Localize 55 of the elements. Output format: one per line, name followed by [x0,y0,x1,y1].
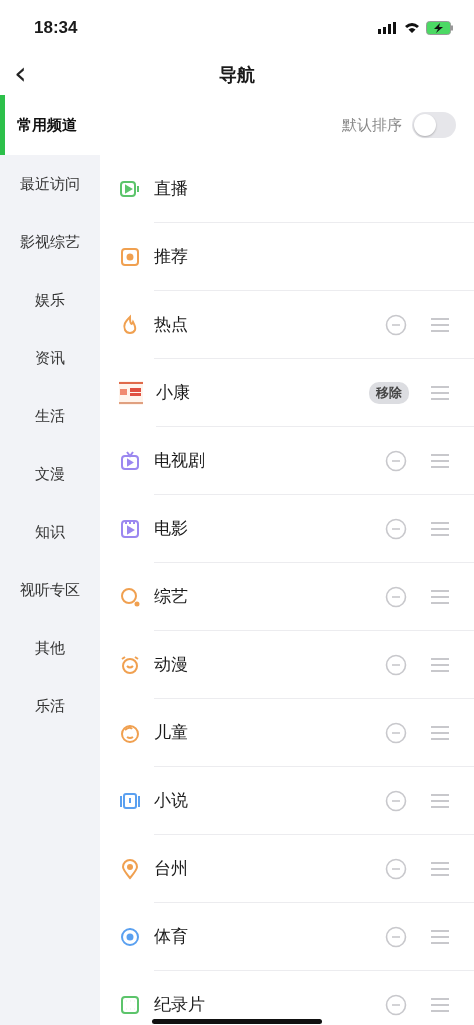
sidebar-item[interactable]: 资讯 [0,329,100,387]
sidebar-item[interactable]: 其他 [0,619,100,677]
remove-icon[interactable] [385,653,407,676]
drag-handle-icon[interactable] [430,384,450,401]
remove-icon[interactable] [385,857,407,880]
channel-name[interactable]: 动漫 [154,653,385,676]
channel-name[interactable]: 电影 [154,517,385,540]
drag-handle-icon[interactable] [430,996,450,1013]
remove-icon[interactable] [385,313,407,336]
drag-handle-icon[interactable] [430,316,450,333]
status-time: 18:34 [34,17,78,38]
sidebar-item[interactable]: 文漫 [0,445,100,503]
drag-handle-icon[interactable] [430,792,450,809]
channel-name[interactable]: 体育 [154,925,385,948]
drag-handle-icon[interactable] [430,724,450,741]
channel-name[interactable]: 小说 [154,789,385,812]
remove-icon[interactable] [385,449,407,472]
sort-toggle[interactable] [412,112,456,138]
sidebar-item[interactable]: 常用频道 [0,95,100,155]
drag-handle-icon[interactable] [430,452,450,469]
channel-name[interactable]: 纪录片 [154,993,385,1016]
channel-name[interactable]: 直播 [154,177,450,200]
battery-icon [426,20,454,35]
remove-icon[interactable] [385,993,407,1016]
drag-handle-icon[interactable] [430,588,450,605]
drag-handle-icon[interactable] [430,520,450,537]
remove-icon[interactable] [385,517,407,540]
home-indicator[interactable] [152,1019,322,1024]
drag-handle-icon[interactable] [430,928,450,945]
channel-name[interactable]: 电视剧 [154,449,385,472]
drag-handle-icon[interactable] [430,656,450,673]
signal-icon [378,21,398,34]
remove-icon[interactable] [385,925,407,948]
drag-handle-icon[interactable] [430,860,450,877]
channel-name[interactable]: 儿童 [154,721,385,744]
page-title: 导航 [219,63,255,87]
channel-name[interactable]: 综艺 [154,585,385,608]
remove-button[interactable]: 移除 [369,381,409,404]
back-button[interactable]: ‹ [14,57,27,89]
remove-icon[interactable] [385,721,407,744]
sidebar-item[interactable]: 最近访问 [0,155,100,213]
channel-name[interactable]: 小康 [156,381,369,404]
channel-name[interactable]: 推荐 [154,245,450,268]
wifi-icon [404,21,420,34]
sort-label: 默认排序 [342,115,402,135]
sidebar-item[interactable]: 娱乐 [0,271,100,329]
sidebar-item[interactable]: 知识 [0,503,100,561]
sidebar-item[interactable]: 视听专区 [0,561,100,619]
remove-icon[interactable] [385,585,407,608]
remove-icon[interactable] [385,789,407,812]
sidebar-item[interactable]: 乐活 [0,677,100,735]
sidebar-item[interactable]: 影视综艺 [0,213,100,271]
sidebar-item[interactable]: 生活 [0,387,100,445]
channel-name[interactable]: 热点 [154,313,385,336]
channel-name[interactable]: 台州 [154,857,385,880]
